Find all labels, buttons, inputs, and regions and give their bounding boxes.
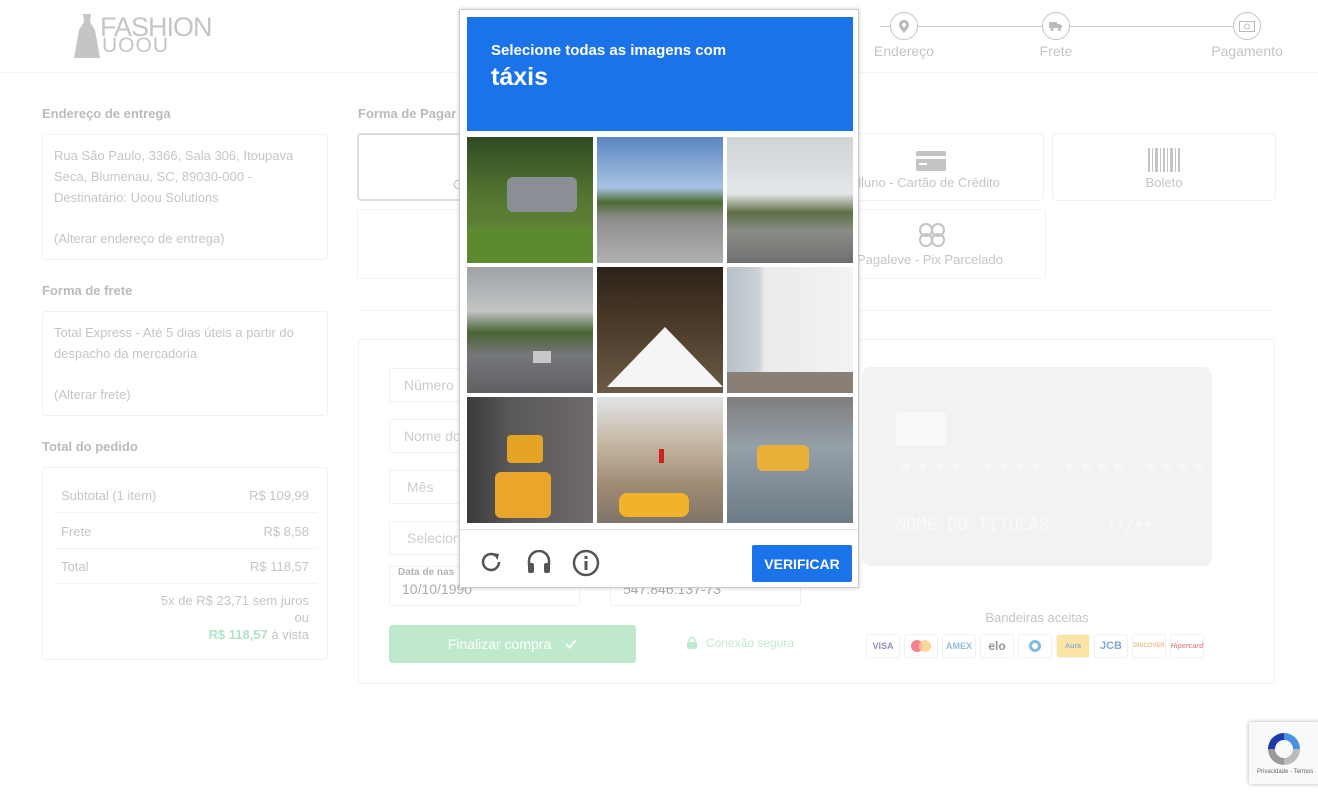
- recaptcha-badge-text: Privacidade - Termos: [1257, 769, 1314, 775]
- captcha-tile-9[interactable]: [727, 397, 853, 523]
- captcha-tile-4[interactable]: [467, 267, 593, 393]
- captcha-target: táxis: [491, 63, 548, 91]
- verify-button[interactable]: VERIFICAR: [752, 545, 852, 582]
- reload-icon[interactable]: [479, 550, 503, 574]
- verify-label: VERIFICAR: [764, 555, 840, 572]
- recaptcha-challenge: Selecione todas as imagens com táxis VER…: [459, 9, 859, 588]
- captcha-footer-divider: [460, 529, 858, 530]
- captcha-tile-2[interactable]: [597, 137, 723, 263]
- captcha-tile-7[interactable]: [467, 397, 593, 523]
- captcha-tile-8[interactable]: [597, 397, 723, 523]
- recaptcha-badge[interactable]: Privacidade - Termos: [1249, 722, 1318, 784]
- captcha-tile-5[interactable]: [597, 267, 723, 393]
- captcha-tile-1[interactable]: [467, 137, 593, 263]
- headphones-icon[interactable]: [526, 550, 552, 574]
- captcha-instruction: Selecione todas as imagens com: [491, 42, 727, 59]
- captcha-tile-3[interactable]: [727, 137, 853, 263]
- recaptcha-logo-icon: [1268, 733, 1300, 765]
- captcha-header: Selecione todas as imagens com táxis: [467, 17, 853, 131]
- captcha-tile-6[interactable]: [727, 267, 853, 393]
- info-icon[interactable]: [572, 549, 600, 577]
